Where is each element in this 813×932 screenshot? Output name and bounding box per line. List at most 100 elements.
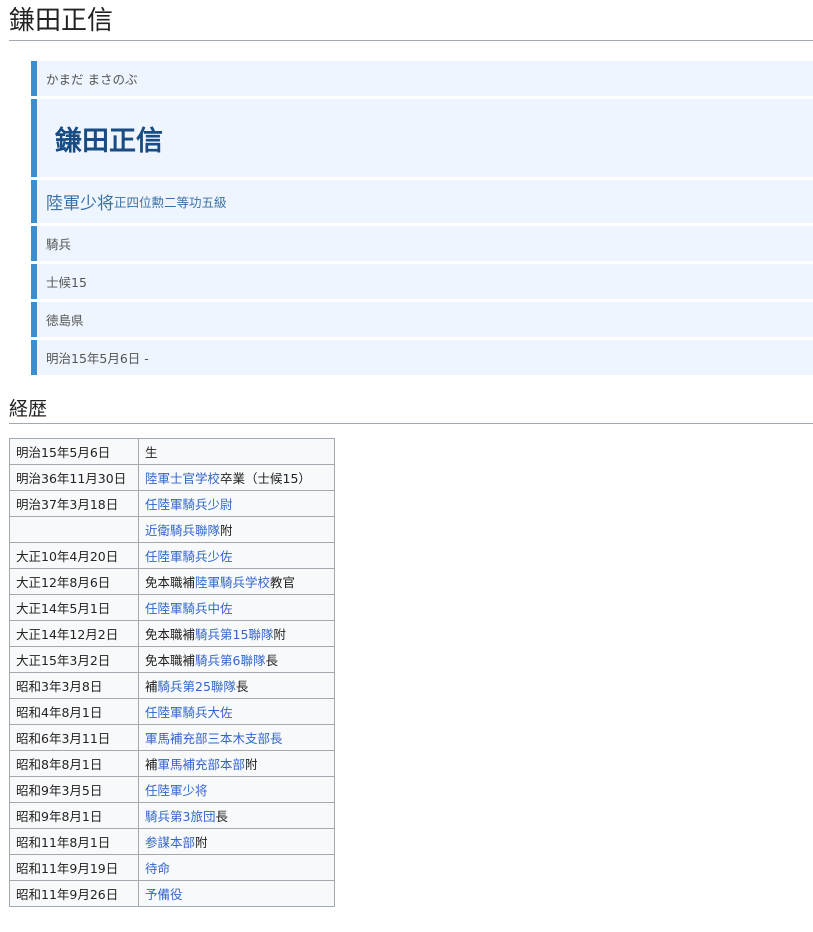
date-cell: 大正12年8月6日 — [9, 568, 139, 595]
event-cell: 補軍馬補充部本部附 — [138, 750, 335, 777]
event-text: 附 — [195, 835, 208, 850]
event-text: 補 — [145, 757, 158, 772]
event-link[interactable]: 予備役 — [145, 887, 183, 902]
table-row: 昭和11年8月1日 参謀本部附 — [9, 828, 335, 855]
infobox-class: 士候15 — [31, 264, 813, 299]
date-cell: 昭和3年3月8日 — [9, 672, 139, 699]
date-cell: 昭和9年3月5日 — [9, 776, 139, 803]
event-link[interactable]: 任陸軍少将 — [145, 783, 208, 798]
date-cell: 大正14年12月2日 — [9, 620, 139, 647]
event-cell: 補騎兵第25聯隊長 — [138, 672, 335, 699]
date-cell: 明治15年5月6日 — [9, 438, 139, 465]
date-cell: 明治37年3月18日 — [9, 490, 139, 517]
event-link[interactable]: 近衛騎兵聯隊 — [145, 523, 220, 538]
event-text: 免本職補 — [145, 575, 196, 590]
infobox-lifespan: 明治15年5月6日 - — [31, 340, 813, 375]
event-text: 附 — [273, 627, 286, 642]
event-text: 免本職補 — [145, 627, 196, 642]
lifespan-text: 明治15年5月6日 - — [46, 351, 149, 366]
event-text: 生 — [145, 445, 158, 460]
event-cell: 任陸軍騎兵少尉 — [138, 490, 335, 517]
date-cell: 昭和11年8月1日 — [9, 828, 139, 855]
origin-link[interactable]: 徳島県 — [46, 310, 84, 329]
table-row: 大正14年5月1日 任陸軍騎兵中佐 — [9, 594, 335, 621]
event-link[interactable]: 騎兵第3旅団 — [145, 809, 215, 824]
table-row: 昭和9年3月5日 任陸軍少将 — [9, 776, 335, 803]
branch-link[interactable]: 騎兵 — [46, 234, 71, 253]
date-cell: 昭和11年9月26日 — [9, 880, 139, 907]
table-row: 大正12年8月6日 免本職補陸軍騎兵学校教官 — [9, 568, 335, 595]
event-link[interactable]: 軍馬補充部本部 — [158, 757, 246, 772]
table-row: 昭和6年3月11日 軍馬補充部三本木支部長 — [9, 724, 335, 751]
table-row: 明治36年11月30日 陸軍士官学校卒業（士候15） — [9, 464, 335, 491]
name-text: 鎌田正信 — [55, 125, 163, 157]
event-link[interactable]: 騎兵第25聯隊 — [158, 679, 236, 694]
date-cell: 昭和9年8月1日 — [9, 802, 139, 829]
date-cell: 大正14年5月1日 — [9, 594, 139, 621]
event-cell: 参謀本部附 — [138, 828, 335, 855]
event-cell: 予備役 — [138, 880, 335, 907]
date-cell: 昭和11年9月19日 — [9, 854, 139, 881]
table-row: 昭和4年8月1日 任陸軍騎兵大佐 — [9, 698, 335, 725]
event-cell: 任陸軍騎兵少佐 — [138, 542, 335, 569]
table-row: 昭和11年9月26日 予備役 — [9, 880, 335, 907]
event-link[interactable]: 任陸軍騎兵少尉 — [145, 497, 233, 512]
event-link[interactable]: 軍馬補充部三本木支部長 — [145, 731, 283, 746]
event-text: 免本職補 — [145, 653, 196, 668]
event-text: 附 — [245, 757, 258, 772]
class-link[interactable]: 士候15 — [46, 272, 87, 291]
event-cell: 生 — [138, 438, 335, 465]
infobox-branch: 騎兵 — [31, 226, 813, 261]
event-cell: 免本職補陸軍騎兵学校教官 — [138, 568, 335, 595]
event-cell: 免本職補騎兵第6聯隊長 — [138, 646, 335, 673]
table-row: 大正15年3月2日 免本職補騎兵第6聯隊長 — [9, 646, 335, 673]
rank-sub-text: 正四位勲二等功五級 — [114, 195, 227, 210]
date-cell: 昭和4年8月1日 — [9, 698, 139, 725]
table-row: 明治37年3月18日 任陸軍騎兵少尉 — [9, 490, 335, 517]
infobox-rank: 陸軍少将 正四位勲二等功五級 — [31, 180, 813, 223]
event-text: 附 — [220, 523, 233, 538]
infobox-kana: かまだ まさのぶ — [31, 61, 813, 96]
title-divider — [9, 40, 813, 41]
event-link[interactable]: 騎兵第15聯隊 — [195, 627, 273, 642]
table-row: 明治15年5月6日生 — [9, 438, 335, 465]
page-title: 鎌田正信 — [9, 6, 114, 36]
career-heading: 経歴 — [9, 398, 48, 420]
section-divider — [9, 423, 813, 424]
infobox-origin: 徳島県 — [31, 302, 813, 337]
infobox-name: 鎌田正信 — [31, 99, 813, 177]
event-cell: 待命 — [138, 854, 335, 881]
date-cell: 大正15年3月2日 — [9, 646, 139, 673]
event-cell: 免本職補騎兵第15聯隊附 — [138, 620, 335, 647]
career-table: 明治15年5月6日生明治36年11月30日 陸軍士官学校卒業（士候15） 明治37年… — [9, 438, 335, 907]
table-row: 大正10年4月20日 任陸軍騎兵少佐 — [9, 542, 335, 569]
event-link[interactable]: 待命 — [145, 861, 170, 876]
event-cell: 近衛騎兵聯隊附 — [138, 516, 335, 543]
event-link[interactable]: 参謀本部 — [145, 835, 195, 850]
date-cell: 昭和8年8月1日 — [9, 750, 139, 777]
date-cell — [9, 516, 139, 543]
event-link[interactable]: 騎兵第6聯隊 — [195, 653, 265, 668]
event-text: 長 — [235, 679, 249, 694]
event-cell: 任陸軍騎兵中佐 — [138, 594, 335, 621]
event-text: 長 — [215, 809, 228, 824]
table-row: 昭和8年8月1日 補軍馬補充部本部附 — [9, 750, 335, 777]
event-cell: 任陸軍少将 — [138, 776, 335, 803]
event-link[interactable]: 任陸軍騎兵中佐 — [145, 601, 233, 616]
event-text: 補 — [145, 679, 158, 694]
date-cell: 明治36年11月30日 — [9, 464, 139, 491]
event-link[interactable]: 陸軍士官学校 — [145, 471, 220, 486]
table-row: 昭和11年9月19日 待命 — [9, 854, 335, 881]
table-row: 近衛騎兵聯隊附 — [9, 516, 335, 543]
event-cell: 任陸軍騎兵大佐 — [138, 698, 335, 725]
table-row: 昭和3年3月8日 補騎兵第25聯隊長 — [9, 672, 335, 699]
event-cell: 陸軍士官学校卒業（士候15） — [138, 464, 335, 491]
event-link[interactable]: 任陸軍騎兵大佐 — [145, 705, 233, 720]
rank-main-link[interactable]: 陸軍少将 — [46, 189, 114, 214]
event-text: 長 — [265, 653, 278, 668]
event-cell: 軍馬補充部三本木支部長 — [138, 724, 335, 751]
infobox: かまだ まさのぶ 鎌田正信 陸軍少将 正四位勲二等功五級 騎兵 士候15 徳島県… — [31, 61, 813, 378]
event-link[interactable]: 任陸軍騎兵少佐 — [145, 549, 233, 564]
event-link[interactable]: 陸軍騎兵学校 — [195, 575, 270, 590]
date-cell: 昭和6年3月11日 — [9, 724, 139, 751]
